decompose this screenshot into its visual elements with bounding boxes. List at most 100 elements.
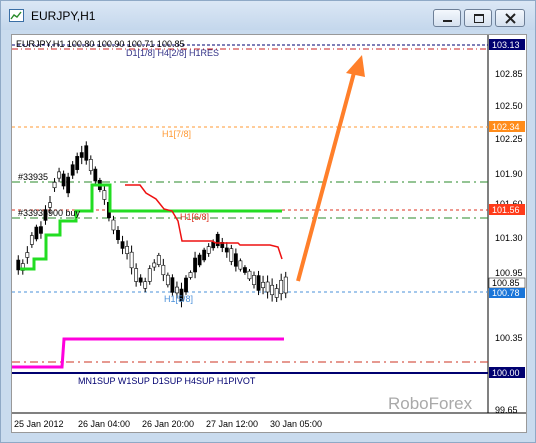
close-icon [505,13,516,24]
candle-body [193,257,197,273]
time-axis: 25 Jan 2012 26 Jan 04:00 26 Jan 20:00 27… [14,419,322,429]
order-label-2: #33935900 buy [18,208,81,218]
time-tick: 26 Jan 20:00 [142,419,194,429]
candle-body [206,246,211,254]
candle-body [252,275,256,285]
candle-body [70,164,75,176]
candle-body [270,284,275,296]
h1-6-8-label: H1[6/8] [180,212,209,222]
candle-body [161,264,166,276]
candle-body [229,248,234,262]
h1-5-8-label: H1[5/8] [164,294,193,304]
title-bar[interactable]: EURJPY,H1 [1,1,535,30]
candle-body [102,190,107,200]
candle-body [197,254,202,266]
candle-body [48,202,52,208]
candle-body [25,252,30,258]
price-tick: 102.25 [495,134,523,144]
candle-body [147,268,152,282]
candle-body [134,268,139,282]
candle-body [211,241,216,249]
maximize-button[interactable] [464,9,492,27]
candle-body [129,251,134,269]
candle-body [224,247,229,253]
candle-body [265,281,270,293]
candle-body [233,253,238,267]
candle-body [215,233,220,247]
price-tick: 102.50 [495,101,523,111]
candle-body [79,152,84,158]
minimize-icon [443,20,452,22]
chart-canvas[interactable]: EURJPY,H1 100.80 100.90 100.71 100.85 D1… [11,34,527,433]
price-tag-red-text: 101.56 [492,205,520,215]
candle-body [61,173,66,187]
price-chart: EURJPY,H1 100.80 100.90 100.71 100.85 D1… [12,35,526,429]
candle-body [88,159,93,171]
candle-body [93,168,98,182]
candle-body [120,241,125,249]
price-tag-pivot-text: 100.00 [492,368,520,378]
order-label-1: #33935 [18,172,48,182]
price-tick: 101.30 [495,233,523,243]
price-tick: 99.65 [495,405,518,415]
time-tick: 25 Jan 2012 [14,419,64,429]
time-tick: 27 Jan 12:00 [206,419,258,429]
window-title: EURJPY,H1 [31,9,96,23]
candle-body [165,274,170,286]
forecast-arrow-head [346,55,365,77]
candle-body [138,277,143,283]
candle-body [39,226,43,234]
price-axis: 102.85 102.50 102.25 101.90 101.60 101.3… [495,69,523,415]
candle-body [283,276,288,294]
red-resistance-line [125,184,283,260]
candle-body [84,145,89,161]
candle-body [261,281,265,289]
candle-body [202,249,207,261]
candle-body [143,281,148,289]
candle-body [184,277,188,293]
magenta-support-line [12,337,284,369]
price-tick: 100.95 [495,268,523,278]
price-tag-h1-7-8-text: 102.34 [492,122,520,132]
candle-body [75,156,80,170]
candle-body [52,181,57,189]
chart-icon [9,9,24,22]
candle-body [29,235,34,245]
chart-window: EURJPY,H1 EURJPY,H1 100.80 100.90 100.71… [0,0,536,443]
candle-body [256,275,261,291]
time-tick: 26 Jan 04:00 [78,419,130,429]
candle-body [16,259,21,271]
time-tick: 30 Jan 05:00 [270,419,322,429]
green-support-line [20,183,282,271]
forecast-arrow [296,68,357,282]
pivot-label: MN1SUP W1SUP D1SUP H4SUP H1PIVOT [78,376,256,386]
minimize-button[interactable] [433,9,461,27]
maximize-icon [474,14,484,23]
candle-body [116,229,120,241]
candle-body [66,176,71,194]
price-tag-h1-5-8-text: 100.78 [492,288,520,298]
price-tick: 100.35 [495,333,523,343]
candle-body [156,255,161,265]
candle-body [243,267,247,273]
watermark: RoboForex [388,394,473,413]
candle-body [111,219,116,231]
candle-body [279,279,284,295]
candle-body [274,288,279,298]
candle-body [188,272,193,278]
candle-body [175,286,179,294]
price-tick: 101.90 [495,169,523,179]
candle-body [57,171,61,179]
candle-body [152,262,157,268]
candle-body [125,246,129,254]
price-tag-top-text: 103.13 [492,40,520,50]
candle-body [238,260,243,270]
close-button[interactable] [495,9,525,27]
h1-7-8-label: H1[7/8] [162,129,191,139]
candle-body [34,226,39,240]
candle-body [247,270,252,280]
top-level-label: D1[1/8] H4[2/8] H1RES [126,48,219,58]
candle-body [170,277,175,293]
price-tag-current-text: 100.85 [492,278,520,288]
candles [16,141,288,308]
